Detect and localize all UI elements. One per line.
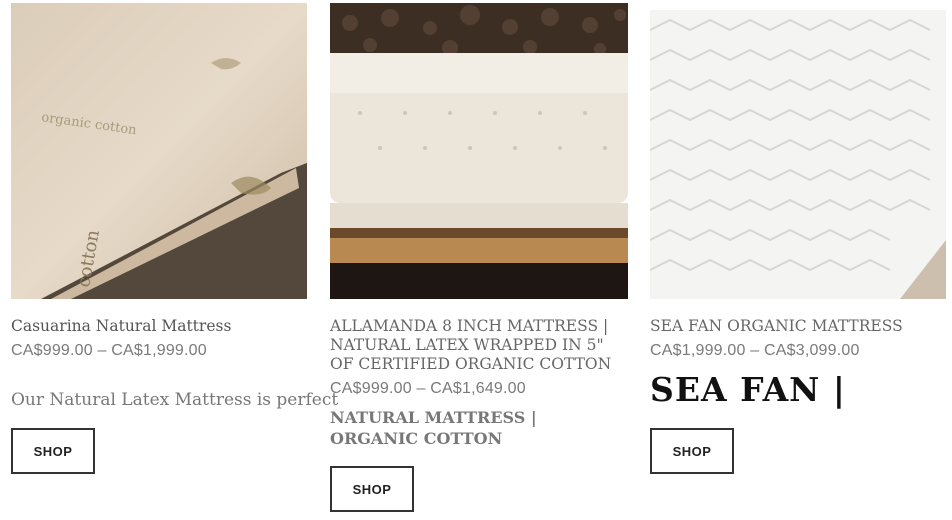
product-card-allamanda: ALLAMANDA 8 INCH MATTRESS | NATURAL LATE… — [330, 0, 628, 512]
product-title[interactable]: ALLAMANDA 8 INCH MATTRESS | NATURAL LATE… — [330, 317, 628, 374]
shop-button[interactable]: SHOP — [11, 428, 95, 474]
product-image-sea-fan[interactable] — [650, 10, 946, 299]
shop-button[interactable]: SHOP — [650, 428, 734, 474]
product-image-casuarina[interactable]: organic cotton cotton — [11, 3, 307, 299]
mattress-photo: organic cotton cotton — [11, 3, 307, 299]
product-price: CA$999.00 – CA$1,649.00 — [330, 380, 526, 397]
product-card-casuarina: organic cotton cotton Casuarina Natural … — [11, 0, 338, 474]
product-headline: SEA FAN | — [650, 370, 846, 409]
product-image-allamanda[interactable] — [330, 3, 628, 299]
product-title[interactable]: SEA FAN ORGANIC MATTRESS — [650, 317, 946, 336]
product-description: Our Natural Latex Mattress is perfect — [11, 390, 339, 410]
product-price: CA$1,999.00 – CA$3,099.00 — [650, 342, 860, 359]
product-title[interactable]: Casuarina Natural Mattress — [11, 317, 307, 336]
mattress-photo — [330, 3, 628, 299]
product-card-sea-fan: SEA FAN ORGANIC MATTRESS CA$1,999.00 – C… — [650, 0, 946, 474]
mattress-photo — [650, 10, 946, 299]
product-price: CA$999.00 – CA$1,999.00 — [11, 342, 207, 359]
product-headline: NATURAL MATTRESS | ORGANIC COTTON — [330, 408, 537, 448]
shop-button[interactable]: SHOP — [330, 466, 414, 512]
